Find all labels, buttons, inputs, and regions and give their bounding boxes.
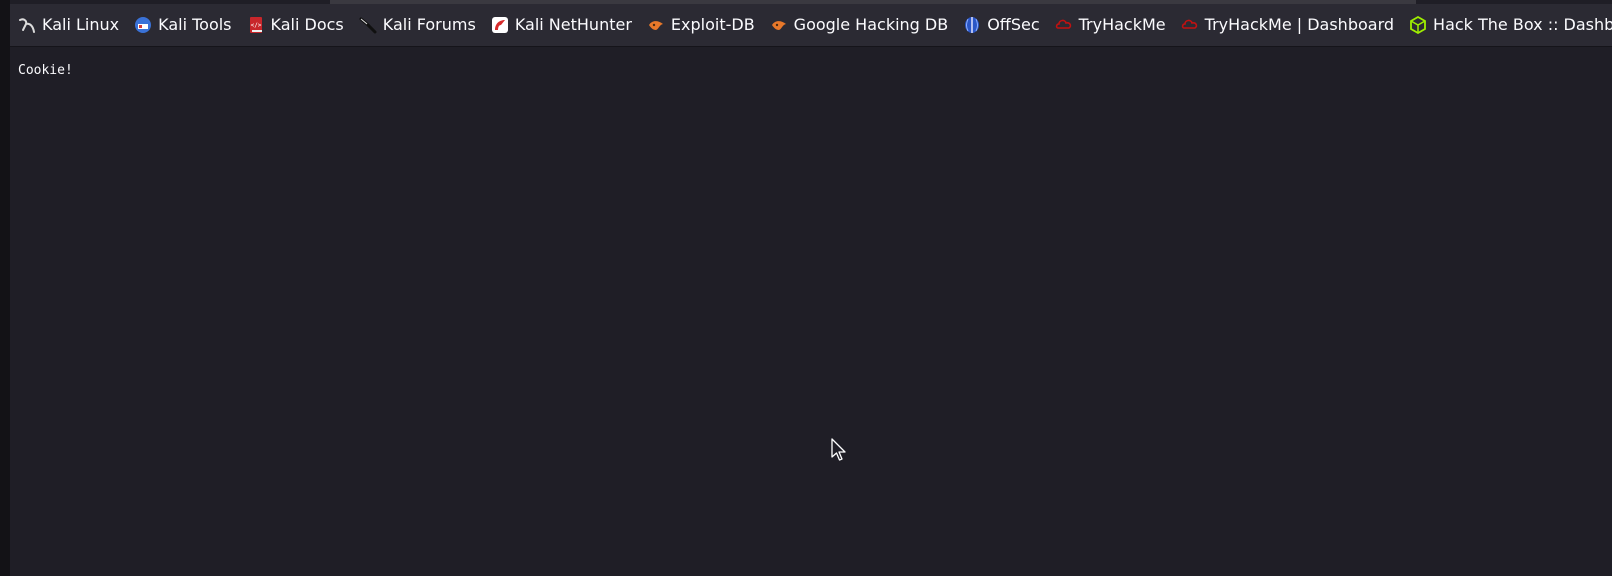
tryhackme-icon <box>1055 16 1073 34</box>
bookmark-kali-docs[interactable]: </> Kali Docs <box>239 10 350 40</box>
browser-window: Kali Linux Kali Tools </> Kali Docs Kali… <box>0 0 1612 576</box>
bookmark-kali-linux[interactable]: Kali Linux <box>10 10 125 40</box>
bookmark-label: TryHackMe <box>1078 15 1166 34</box>
bookmark-tryhackme[interactable]: TryHackMe <box>1047 10 1172 40</box>
bookmark-label: Kali NetHunter <box>514 15 632 34</box>
bookmark-label: Hack The Box :: Dashb... <box>1433 15 1612 34</box>
tryhackme-icon <box>1181 16 1199 34</box>
bookmark-label: TryHackMe | Dashboard <box>1204 15 1395 34</box>
bookmarks-toolbar: Kali Linux Kali Tools </> Kali Docs Kali… <box>10 4 1612 47</box>
bookmark-exploit-db[interactable]: Exploit-DB <box>639 10 761 40</box>
kali-forums-icon <box>359 16 377 34</box>
window-left-edge <box>0 0 10 576</box>
bookmark-label: OffSec <box>987 15 1040 34</box>
page-body-text: Cookie! <box>18 63 73 78</box>
bookmark-label: Kali Tools <box>158 15 232 34</box>
kali-dragon-icon <box>18 16 36 34</box>
bookmark-label: Exploit-DB <box>670 15 755 34</box>
bookmark-hack-the-box[interactable]: Hack The Box :: Dashb... <box>1401 10 1612 40</box>
hackthebox-icon <box>1409 16 1427 34</box>
bookmark-label: Kali Forums <box>382 15 476 34</box>
nethunter-icon <box>491 16 509 34</box>
bookmark-kali-nethunter[interactable]: Kali NetHunter <box>483 10 638 40</box>
offsec-icon <box>963 16 981 34</box>
bookmark-kali-forums[interactable]: Kali Forums <box>351 10 482 40</box>
bookmark-google-hacking-db[interactable]: Google Hacking DB <box>762 10 955 40</box>
bookmark-offsec[interactable]: OffSec <box>955 10 1045 40</box>
mouse-cursor-icon <box>831 438 847 466</box>
kali-tools-icon <box>134 16 152 34</box>
svg-text:</>: </> <box>250 22 261 29</box>
bookmark-tryhackme-dashboard[interactable]: TryHackMe | Dashboard <box>1173 10 1400 40</box>
kali-docs-icon: </> <box>247 16 265 34</box>
bookmark-kali-tools[interactable]: Kali Tools <box>126 10 237 40</box>
ghdb-icon <box>770 16 788 34</box>
exploit-db-icon <box>647 16 665 34</box>
bookmark-label: Kali Linux <box>42 15 120 34</box>
bookmark-label: Kali Docs <box>270 15 344 34</box>
bookmark-label: Google Hacking DB <box>793 15 949 34</box>
page-content: Cookie! <box>10 47 1612 576</box>
